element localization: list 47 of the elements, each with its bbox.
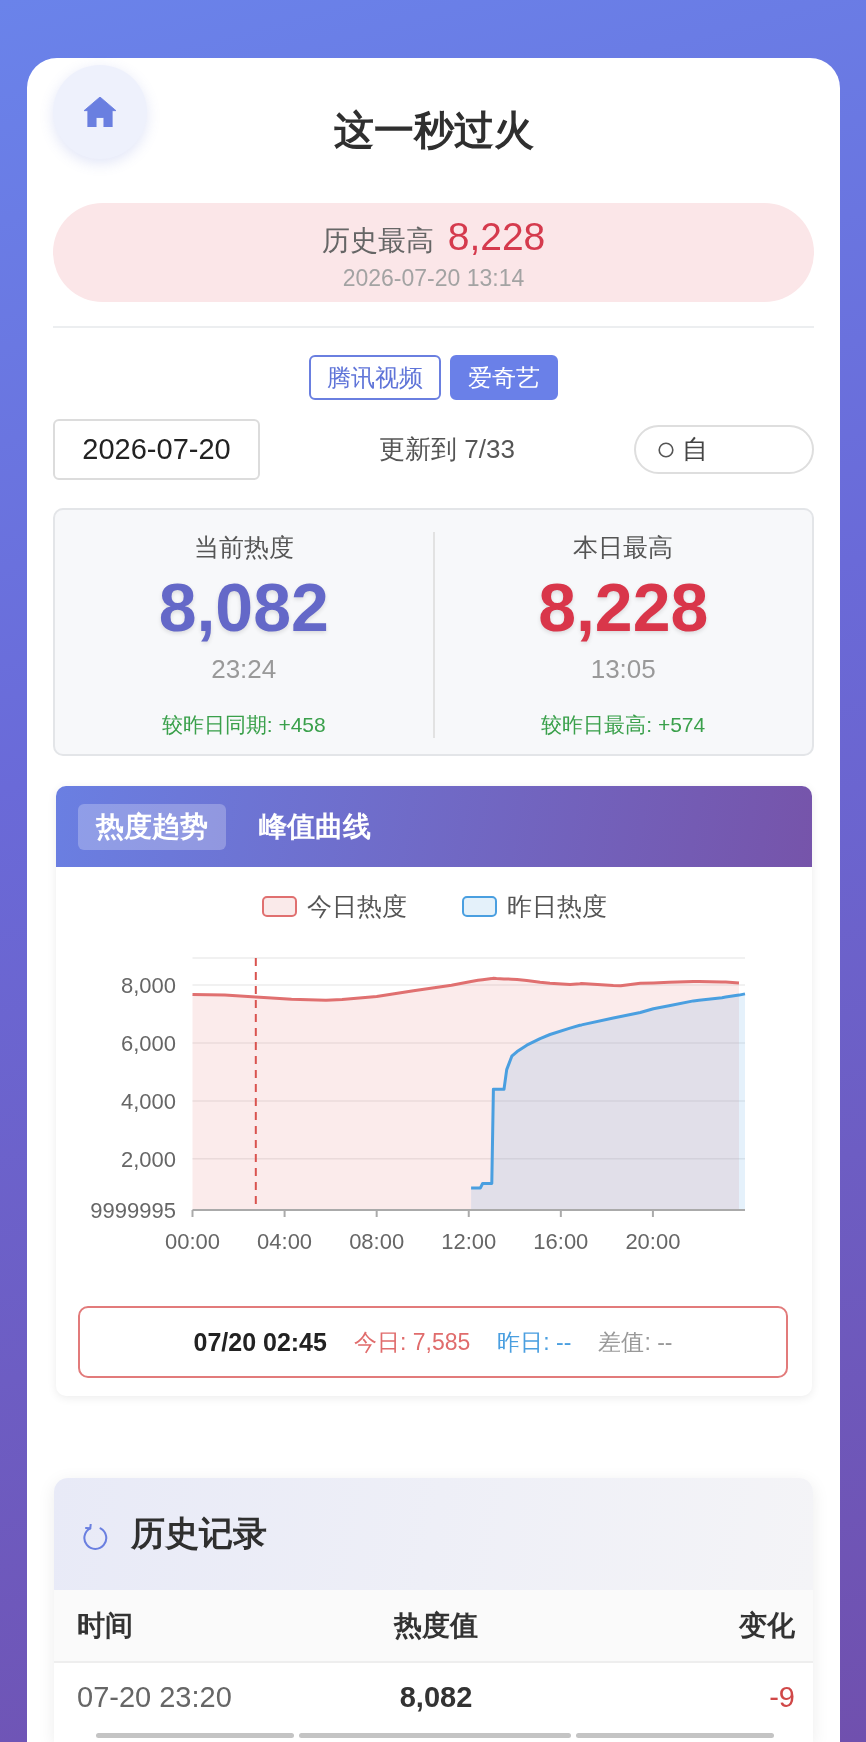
- axis-label: 16:00: [533, 1229, 589, 1254]
- axis-label: 2,000: [120, 1146, 176, 1172]
- axis-label: 20:00: [625, 1229, 681, 1254]
- chart-tab[interactable]: 热度趋势: [78, 804, 226, 850]
- stat-label: 本日最高: [573, 532, 674, 562]
- tooltip-value: 差值: --: [598, 1327, 673, 1357]
- tooltip-time: 07/20 02:45: [193, 1327, 327, 1357]
- stat-comparison: 较昨日最高: +574: [541, 712, 706, 738]
- refresh-icon[interactable]: [83, 1524, 109, 1550]
- page-title: 这一秒过火: [332, 107, 535, 154]
- record-value: 8,228: [447, 213, 546, 260]
- stat-label: 当前热度: [193, 532, 294, 562]
- stat-value: 8,082: [158, 568, 329, 647]
- date-field[interactable]: 2026-07-20: [53, 419, 260, 480]
- table-cell: 8,082: [399, 1680, 473, 1714]
- axis-label: 9999995: [90, 1198, 176, 1223]
- axis-label: 04:00: [257, 1229, 313, 1254]
- axis-label: 6,000: [120, 1030, 176, 1056]
- tooltip-value: 昨日: --: [497, 1327, 572, 1357]
- home-icon: [84, 97, 116, 127]
- legend-label: 今日热度: [306, 890, 407, 922]
- axis-label: 08:00: [349, 1229, 405, 1254]
- stat-comparison: 较昨日同期: +458: [161, 712, 326, 738]
- axis-label: 12:00: [441, 1229, 497, 1254]
- stat-time: 13:05: [590, 653, 656, 685]
- axis-label: 00:00: [164, 1229, 221, 1254]
- history-title: 历史记录: [131, 1513, 267, 1554]
- chart-tab[interactable]: 峰值曲线: [241, 804, 389, 850]
- stat-value: 8,228: [538, 568, 709, 647]
- record-label: 历史最高: [321, 223, 434, 258]
- legend-label: 昨日热度: [506, 890, 607, 922]
- platform-tab[interactable]: 爱奇艺: [450, 355, 558, 400]
- axis-label: 8,000: [120, 972, 176, 998]
- legend-swatch-icon: [461, 895, 497, 917]
- column-header: 时间: [77, 1608, 133, 1643]
- table-cell: -9: [769, 1680, 795, 1714]
- platform-tab[interactable]: 腾讯视频: [309, 355, 441, 400]
- table-cell: 07-20 23:20: [77, 1680, 232, 1714]
- column-header: 变化: [739, 1608, 795, 1643]
- axis-label: 4,000: [120, 1088, 176, 1114]
- progress-text: 更新到 7/33: [379, 433, 515, 466]
- record-time: 2026-07-20 13:14: [342, 263, 525, 292]
- legend-swatch-icon: [261, 895, 297, 917]
- stat-time: 23:24: [211, 653, 277, 685]
- column-header: 热度值: [394, 1608, 478, 1643]
- toggle-button[interactable]: 自: [634, 425, 814, 474]
- tooltip-value: 今日: 7,585: [353, 1327, 471, 1357]
